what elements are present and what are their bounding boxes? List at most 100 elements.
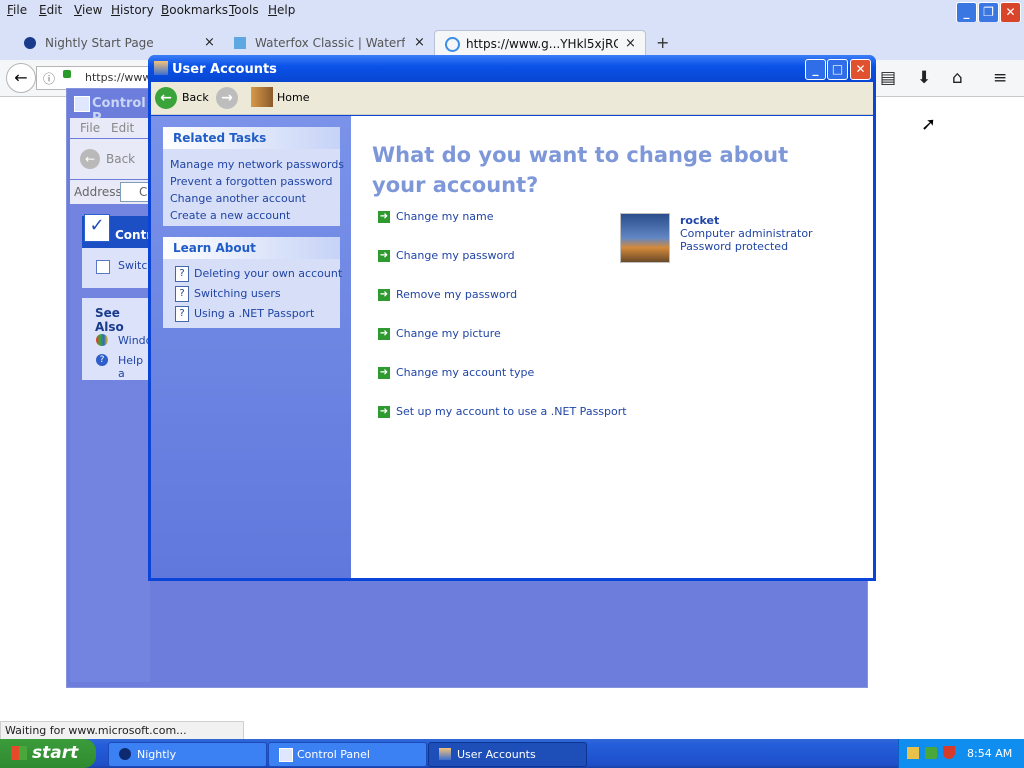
help-icon: ?: [96, 354, 108, 366]
account-type: Computer administrator: [680, 227, 813, 240]
cp-help-link[interactable]: Help a: [118, 354, 150, 380]
cp-address-field[interactable]: C: [120, 182, 150, 202]
action-setup-net-passport[interactable]: ➜ Set up my account to use a .NET Passpor…: [378, 405, 627, 418]
link-switching-users[interactable]: Switching users: [194, 287, 281, 300]
control-panel-title: Control P: [68, 90, 150, 126]
tab-close-icon[interactable]: ×: [625, 36, 636, 51]
control-panel-toolbar: ← Back: [70, 139, 150, 179]
switch-icon: [96, 260, 110, 274]
menu-file[interactable]: File: [7, 3, 27, 17]
system-tray: 8:54 AM: [898, 739, 1024, 768]
green-arrow-icon: ➜: [378, 289, 390, 301]
green-arrow-icon: ➜: [378, 328, 390, 340]
link-change-another-account[interactable]: Change another account: [170, 192, 306, 205]
green-arrow-icon: ➜: [378, 367, 390, 379]
learn-about-header: Learn About: [163, 237, 340, 259]
cp-menu-file[interactable]: File: [80, 121, 100, 135]
menu-edit[interactable]: Edit: [39, 3, 62, 17]
ua-maximize-button[interactable]: □: [827, 59, 848, 80]
browser-close-button[interactable]: ✕: [1000, 2, 1021, 23]
tab-close-icon[interactable]: ×: [414, 35, 425, 50]
nightly-icon: [24, 37, 36, 49]
action-change-account-type[interactable]: ➜ Change my account type: [378, 366, 534, 379]
ua-forward-arrow-icon[interactable]: →: [216, 87, 238, 109]
loading-icon: [445, 37, 460, 52]
control-panel-icon: [279, 748, 293, 762]
bookmarks-list-icon[interactable]: ▤: [880, 68, 896, 88]
users-home-icon: [251, 87, 273, 107]
home-icon[interactable]: ⌂: [952, 68, 963, 88]
cp-address-label: Address: [74, 185, 122, 199]
link-manage-network-passwords[interactable]: Manage my network passwords: [170, 158, 344, 171]
waterfox-icon: [234, 37, 246, 49]
info-icon[interactable]: ⓘ: [43, 70, 55, 87]
action-remove-password[interactable]: ➜ Remove my password: [378, 288, 517, 301]
menu-help[interactable]: Help: [268, 3, 295, 17]
cp-box-header: ✓ Contr: [82, 214, 152, 248]
green-arrow-icon: ➜: [378, 211, 390, 223]
action-change-password[interactable]: ➜ Change my password: [378, 249, 515, 262]
user-accounts-icon: [154, 61, 168, 75]
ua-home-button[interactable]: Home: [277, 91, 309, 104]
tab-nightly[interactable]: Nightly Start Page ×: [16, 30, 224, 58]
page-title: What do you want to change about your ac…: [372, 143, 789, 197]
help-topic-icon: ?: [175, 306, 189, 322]
ua-back-arrow-icon[interactable]: ←: [155, 87, 177, 109]
tab-close-icon[interactable]: ×: [204, 35, 215, 50]
menu-bookmarks[interactable]: Bookmarks: [161, 3, 228, 17]
checkmark-icon: ✓: [84, 214, 110, 242]
see-also-box: See Also Windo ? Help a: [82, 298, 152, 380]
download-icon[interactable]: ⬇: [917, 68, 931, 88]
windows-logo-icon: [96, 334, 108, 346]
cp-back-arrow-icon[interactable]: ←: [80, 149, 100, 169]
browser-minimize-button[interactable]: _: [956, 2, 977, 23]
green-arrow-icon: ➜: [378, 250, 390, 262]
link-prevent-forgotten-password[interactable]: Prevent a forgotten password: [170, 175, 333, 188]
ua-back-button[interactable]: Back: [182, 91, 209, 104]
browser-menubar: File Edit View History Bookmarks Tools H…: [0, 0, 1024, 23]
security-shield-icon[interactable]: [943, 746, 955, 759]
user-accounts-title: User Accounts: [172, 62, 277, 77]
tray-network-icon[interactable]: [925, 747, 937, 759]
tray-user-icon[interactable]: [907, 747, 919, 759]
clock[interactable]: 8:54 AM: [967, 747, 1012, 760]
ua-close-button[interactable]: ✕: [850, 59, 871, 80]
hamburger-menu-icon[interactable]: ≡: [993, 68, 1007, 88]
taskbar-item-user-accounts[interactable]: User Accounts: [428, 742, 587, 767]
ua-minimize-button[interactable]: _: [805, 59, 826, 80]
action-change-name[interactable]: ➜ Change my name: [378, 210, 494, 223]
menu-tools[interactable]: Tools: [229, 3, 259, 17]
ua-toolbar: ← Back → Home: [151, 82, 873, 115]
cp-menu-edit[interactable]: Edit: [111, 121, 134, 135]
start-button[interactable]: start: [0, 739, 96, 768]
link-using-net-passport[interactable]: Using a .NET Passport: [194, 307, 314, 320]
mouse-cursor-icon: ➚: [921, 114, 937, 135]
account-status: Password protected: [680, 240, 789, 253]
tab-label: Waterfox Classic | Waterfox ...: [255, 36, 405, 50]
green-arrow-icon: ➜: [378, 406, 390, 418]
tab-waterfox[interactable]: Waterfox Classic | Waterfox ... ×: [226, 30, 432, 58]
link-create-new-account[interactable]: Create a new account: [170, 209, 290, 222]
new-tab-button[interactable]: +: [656, 33, 669, 52]
tab-label: https://www.g...YHkl5xjRG9cRr: [466, 37, 618, 51]
help-topic-icon: ?: [175, 286, 189, 302]
user-accounts-icon: [439, 748, 451, 760]
nightly-icon: [119, 748, 131, 760]
menu-history[interactable]: History: [111, 3, 154, 17]
control-panel-icon: [74, 96, 90, 112]
action-change-picture[interactable]: ➜ Change my picture: [378, 327, 501, 340]
link-deleting-own-account[interactable]: Deleting your own account: [194, 267, 342, 280]
browser-restore-button[interactable]: ❐: [978, 2, 999, 23]
taskbar-item-nightly[interactable]: Nightly: [108, 742, 267, 767]
related-tasks-header: Related Tasks: [163, 127, 340, 149]
back-arrow-icon[interactable]: ←: [6, 63, 36, 93]
windows-flag-icon: [11, 746, 27, 760]
url-bar[interactable]: ⓘ https://www: [36, 66, 151, 90]
avatar: [620, 213, 670, 263]
taskbar-item-control-panel[interactable]: Control Panel: [268, 742, 427, 767]
account-name: rocket: [680, 214, 720, 227]
cp-back-label[interactable]: Back: [106, 152, 135, 166]
menu-view[interactable]: View: [74, 3, 102, 17]
help-topic-icon: ?: [175, 266, 189, 282]
control-panel-menubar: File Edit: [70, 118, 150, 138]
